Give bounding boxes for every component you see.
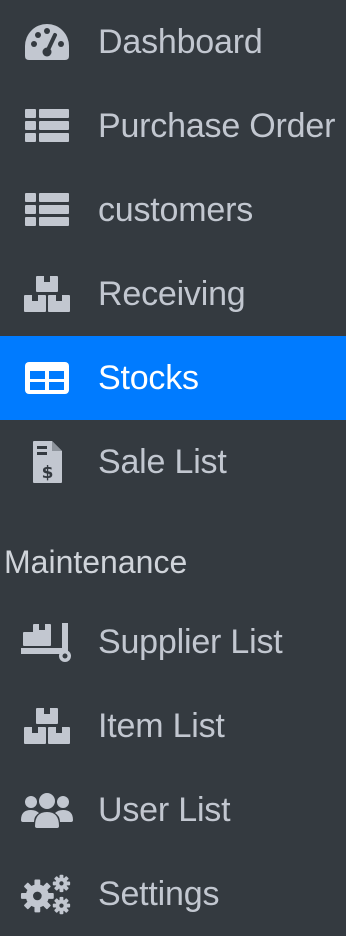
sidebar: Dashboard Purchase Order customers Recei… [0, 0, 346, 929]
sidebar-item-label: Receiving [98, 275, 246, 313]
sidebar-item-supplier-list[interactable]: Supplier List [0, 600, 346, 684]
sidebar-item-label: Supplier List [98, 623, 283, 661]
users-icon [20, 788, 74, 832]
sidebar-item-label: Settings [98, 875, 220, 913]
sidebar-item-dashboard[interactable]: Dashboard [0, 0, 346, 84]
boxes-icon [20, 704, 74, 748]
sidebar-item-label: User List [98, 791, 231, 829]
maintenance-header: Maintenance [4, 544, 188, 580]
sidebar-item-user-list[interactable]: User List [0, 768, 346, 852]
sidebar-item-label: Stocks [98, 359, 199, 397]
dolly-icon [20, 620, 74, 664]
table-icon [20, 356, 74, 400]
boxes-icon [20, 272, 74, 316]
sidebar-item-label: Sale List [98, 443, 227, 481]
sidebar-item-label: Purchase Order [98, 107, 336, 145]
sidebar-item-label: Item List [98, 707, 225, 745]
sidebar-item-customers[interactable]: customers [0, 168, 346, 252]
sidebar-item-settings[interactable]: Settings [0, 852, 346, 936]
table-list-icon [20, 188, 74, 232]
sidebar-item-stocks[interactable]: Stocks [0, 336, 346, 420]
invoice-dollar-icon: $ [20, 440, 74, 484]
sidebar-item-item-list[interactable]: Item List [0, 684, 346, 768]
sidebar-item-label: Dashboard [98, 23, 263, 61]
tachometer-icon [20, 20, 74, 64]
sidebar-item-sale-list[interactable]: $ Sale List [0, 420, 346, 504]
sidebar-item-purchase-order[interactable]: Purchase Order [0, 84, 346, 168]
cogs-icon [20, 872, 74, 916]
sidebar-item-receiving[interactable]: Receiving [0, 252, 346, 336]
table-list-icon [20, 104, 74, 148]
sidebar-item-label: customers [98, 191, 254, 229]
svg-text:$: $ [42, 463, 54, 483]
